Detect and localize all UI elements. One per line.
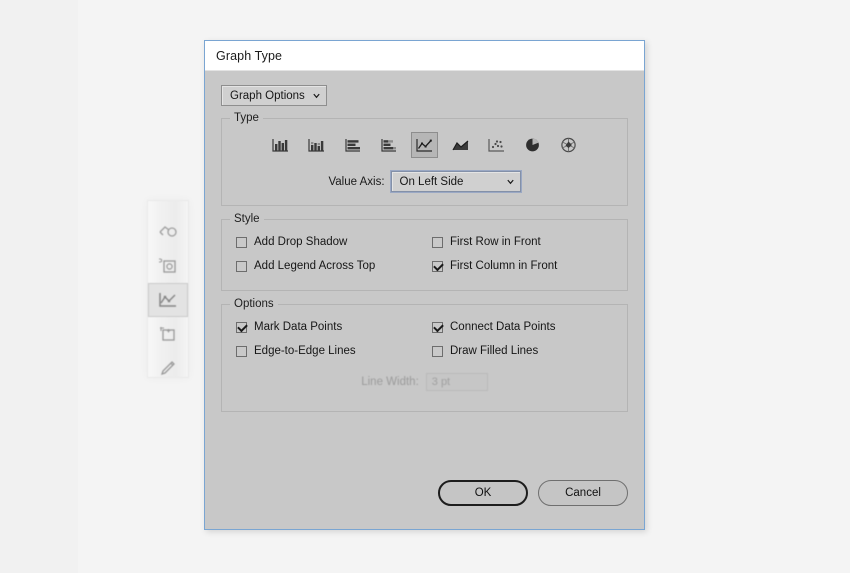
graph-type-radar[interactable] <box>555 132 582 158</box>
graph-type-bar[interactable] <box>339 132 366 158</box>
checkbox-connect-data-points[interactable]: Connect Data Points <box>432 321 627 333</box>
chevron-down-icon <box>506 179 514 185</box>
stacked-column-graph-icon <box>307 137 326 154</box>
tool-eyedropper[interactable] <box>148 351 188 385</box>
checkbox-box[interactable] <box>236 321 247 333</box>
dialog-footer: OK Cancel <box>438 480 628 506</box>
checkbox-edge-to-edge-lines[interactable]: Edge-to-Edge Lines <box>236 345 432 357</box>
ok-button[interactable]: OK <box>438 480 528 506</box>
graph-type-column[interactable] <box>267 132 294 158</box>
checkbox-draw-filled-lines[interactable]: Draw Filled Lines <box>432 345 627 357</box>
checkbox-box[interactable] <box>432 321 443 333</box>
graph-options-select[interactable]: Graph Options <box>221 85 327 106</box>
checkbox-label: Connect Data Points <box>450 321 556 333</box>
graph-type-stacked-column[interactable] <box>303 132 330 158</box>
tool-perspective-grid[interactable] <box>148 249 188 283</box>
line-width-row: Line Width: 3 pt <box>222 373 627 391</box>
tool-graph[interactable] <box>148 283 188 317</box>
graph-type-line[interactable] <box>411 132 438 158</box>
checkbox-label: Edge-to-Edge Lines <box>254 345 356 357</box>
dialog-title-bar: Graph Type <box>205 41 644 71</box>
line-graph-icon <box>415 137 434 154</box>
options-checkbox-grid: Mark Data Points Connect Data Points Edg… <box>222 305 627 357</box>
checkbox-mark-data-points[interactable]: Mark Data Points <box>236 321 432 333</box>
graph-type-stacked-bar[interactable] <box>375 132 402 158</box>
value-axis-row: Value Axis: On Left Side <box>222 170 627 193</box>
checkbox-label: First Column in Front <box>450 260 558 272</box>
checkbox-label: Add Drop Shadow <box>254 236 348 248</box>
checkbox-label: First Row in Front <box>450 236 541 248</box>
graph-type-area[interactable] <box>447 132 474 158</box>
eyedropper-icon <box>157 358 179 378</box>
artboard-tool-icon <box>157 324 179 344</box>
value-axis-label: Value Axis: <box>328 175 385 188</box>
checkbox-label: Draw Filled Lines <box>450 345 539 357</box>
perspective-grid-icon <box>157 256 179 276</box>
checkbox-first-column-in-front[interactable]: First Column in Front <box>432 260 627 272</box>
graph-type-buttons <box>222 119 627 158</box>
checkbox-add-drop-shadow[interactable]: Add Drop Shadow <box>236 236 432 248</box>
type-group: Type Value Axis: On Left Side <box>221 112 628 206</box>
line-width-input: 3 pt <box>425 373 488 391</box>
tool-shape-builder[interactable] <box>148 215 188 249</box>
style-group-label: Style <box>230 213 264 225</box>
graph-options-select-value: Graph Options <box>230 89 305 102</box>
bar-graph-icon <box>343 137 362 154</box>
line-width-label: Line Width: <box>361 376 419 388</box>
shape-builder-icon <box>157 223 179 241</box>
checkbox-box[interactable] <box>236 236 247 248</box>
checkbox-box[interactable] <box>432 260 443 272</box>
value-axis-select-value: On Left Side <box>399 175 464 188</box>
options-group: Options Mark Data Points Connect Data Po… <box>221 298 628 412</box>
value-axis-select[interactable]: On Left Side <box>389 170 522 193</box>
style-checkbox-grid: Add Drop Shadow First Row in Front Add L… <box>222 220 627 272</box>
tool-artboard[interactable] <box>148 317 188 351</box>
checkbox-label: Add Legend Across Top <box>254 260 376 272</box>
preset-select-row: Graph Options <box>221 85 628 106</box>
cancel-button[interactable]: Cancel <box>538 480 628 506</box>
palette-top-spacer <box>148 201 188 215</box>
stacked-bar-graph-icon <box>379 137 398 154</box>
background-left-panel <box>0 0 78 573</box>
pie-graph-icon <box>523 136 542 154</box>
style-group: Style Add Drop Shadow First Row in Front… <box>221 213 628 291</box>
graph-type-pie[interactable] <box>519 132 546 158</box>
tool-palette <box>147 200 189 378</box>
chevron-down-icon <box>313 93 320 99</box>
checkbox-add-legend-across-top[interactable]: Add Legend Across Top <box>236 260 432 272</box>
graph-type-scatter[interactable] <box>483 132 510 158</box>
type-group-label: Type <box>230 112 263 124</box>
options-group-label: Options <box>230 298 278 310</box>
area-graph-icon <box>451 137 470 154</box>
graph-tool-icon <box>157 290 179 310</box>
dialog-title: Graph Type <box>216 48 283 63</box>
radar-graph-icon <box>559 136 578 154</box>
scatter-graph-icon <box>487 137 506 154</box>
graph-type-dialog: Graph Type Graph Options Type Value Axis… <box>204 40 645 530</box>
checkbox-label: Mark Data Points <box>254 321 343 333</box>
checkbox-box[interactable] <box>236 345 247 357</box>
checkbox-box[interactable] <box>432 236 443 248</box>
dialog-body: Graph Options Type Value Axis: On Left S… <box>205 71 644 530</box>
checkbox-box[interactable] <box>236 260 247 272</box>
checkbox-box[interactable] <box>432 345 443 357</box>
column-graph-icon <box>271 137 290 154</box>
checkbox-first-row-in-front[interactable]: First Row in Front <box>432 236 627 248</box>
